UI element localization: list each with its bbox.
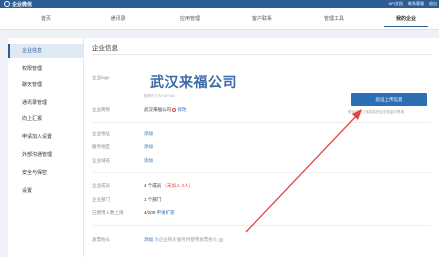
logo-size-hint: 推荐尺寸为702*180	[144, 94, 175, 98]
short-name-row: 武汉来福公司 修改	[144, 107, 187, 113]
sidebar: 企业信息 权限管理 聊天管理 通讯录管理 向上汇报 申请加入设置 外部沟通管理 …	[8, 38, 84, 257]
seat-limit-value: 4/200	[144, 210, 156, 215]
section-divider	[92, 172, 431, 173]
brand-name: 企业微信	[12, 1, 33, 8]
expand-seats-link[interactable]: 申请扩容	[157, 210, 175, 215]
edit-short-name-link[interactable]: 修改	[178, 107, 187, 112]
members-label: 企业成员	[92, 183, 110, 188]
members-not-joined[interactable]: （未加入 2人）	[163, 183, 194, 188]
main-nav: 首页 通讯录 应用管理 客户联系 管理工具 我的企业	[0, 8, 439, 30]
departments-label: 企业部门	[92, 197, 110, 202]
sidebar-item-settings[interactable]: 设置	[8, 184, 84, 198]
warning-icon	[172, 107, 177, 112]
sidebar-item-chat[interactable]: 聊天管理	[8, 78, 84, 92]
departments-count: 1 个部门	[144, 197, 162, 202]
page-title: 企业信息	[92, 45, 118, 52]
seat-limit-row: 4/200 申请扩容	[144, 210, 175, 216]
verify-upload-button[interactable]: 验证上传信息	[351, 93, 427, 106]
domain-label: 企业域名	[92, 158, 110, 163]
sidebar-item-security[interactable]: 安全与保密	[8, 166, 84, 180]
sidebar-item-external[interactable]: 外部沟通管理	[8, 148, 84, 162]
brand[interactable]: 企业微信	[0, 1, 32, 8]
address-label: 企业地址	[92, 131, 110, 136]
top-links: API文档 联系客服 退出	[389, 1, 437, 7]
sidebar-item-company-info[interactable]: 企业信息	[8, 44, 84, 58]
section-divider	[92, 225, 431, 226]
upload-hint: 验证身份上传真实的企业信息可享用	[348, 110, 404, 114]
invoice-label: 发票抬头	[92, 237, 110, 242]
nav-home[interactable]: 首页	[24, 8, 68, 30]
invoice-note: 为企业购买服务时使用发票抬头	[154, 237, 218, 242]
members-row: 4 个成员 （未加入 2人）	[144, 183, 193, 189]
logout-link[interactable]: 退出	[429, 1, 437, 7]
company-info-panel: 企业信息 企业logo 武汉来福公司 推荐尺寸为702*180 企业简称 武汉来…	[84, 38, 439, 257]
api-docs-link[interactable]: API文档	[389, 1, 403, 7]
members-count: 4 个成员	[144, 183, 162, 188]
sidebar-item-reporting[interactable]: 向上汇报	[8, 112, 84, 126]
nav-tools[interactable]: 管理工具	[312, 8, 356, 30]
sidebar-item-contacts-mgmt[interactable]: 通讯录管理	[8, 96, 84, 110]
seat-limit-label: 已使用人数上限	[92, 210, 124, 215]
short-name-value: 武汉来福公司	[144, 107, 171, 112]
nav-customers[interactable]: 客户联系	[240, 8, 284, 30]
support-link[interactable]: 联系客服	[408, 1, 424, 7]
company-logo[interactable]: 武汉来福公司	[150, 72, 237, 92]
sidebar-item-join-settings[interactable]: 申请加入设置	[8, 130, 84, 144]
short-name-label: 企业简称	[92, 107, 110, 112]
info-icon	[218, 237, 223, 242]
add-service-area-link[interactable]: 添加	[144, 144, 153, 150]
logo-label: 企业logo	[92, 75, 110, 80]
invoice-row: 添加 为企业购买服务时使用发票抬头	[144, 237, 223, 243]
nav-my-company[interactable]: 我的企业	[384, 8, 428, 30]
add-address-link[interactable]: 添加	[144, 131, 153, 137]
add-invoice-link[interactable]: 添加	[144, 237, 153, 242]
service-area-label: 服务地区	[92, 144, 110, 149]
top-bar: 企业微信 API文档 联系客服 退出	[0, 0, 439, 8]
title-divider	[92, 54, 431, 55]
add-domain-link[interactable]: 添加	[144, 158, 153, 164]
nav-apps[interactable]: 应用管理	[168, 8, 212, 30]
nav-contacts[interactable]: 通讯录	[96, 8, 140, 30]
section-divider	[92, 122, 431, 123]
wecom-logo-icon	[4, 1, 10, 7]
sidebar-item-permissions[interactable]: 权限管理	[8, 62, 84, 76]
